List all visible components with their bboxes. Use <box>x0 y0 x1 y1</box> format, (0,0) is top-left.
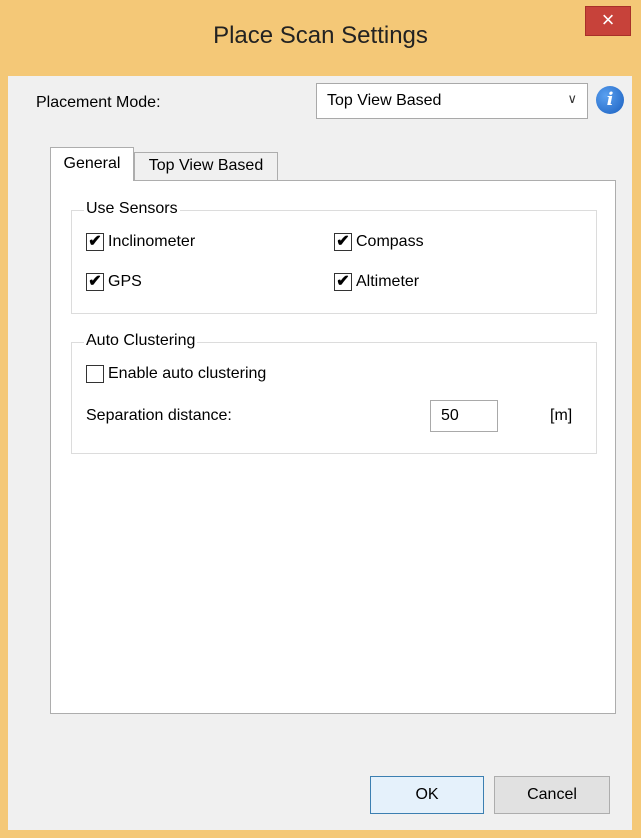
separation-distance-label: Separation distance: <box>86 407 232 424</box>
dialog-window: Place Scan Settings × Placement Mode: To… <box>0 0 641 838</box>
compass-checkbox[interactable]: ✔ Compass <box>334 233 424 251</box>
separation-unit-label: [m] <box>550 407 573 424</box>
placement-mode-value: Top View Based <box>327 92 442 109</box>
checkmark-icon: ✔ <box>334 273 352 291</box>
checkmark-icon: ✔ <box>86 233 104 251</box>
checkmark-icon: ✔ <box>334 233 352 251</box>
use-sensors-title: Use Sensors <box>84 200 180 218</box>
close-button[interactable]: × <box>585 6 631 36</box>
gps-label: GPS <box>108 273 142 290</box>
placement-mode-select[interactable]: Top View Based ∨ <box>316 83 588 119</box>
altimeter-checkbox[interactable]: ✔ Altimeter <box>334 273 419 291</box>
auto-clustering-group: Auto Clustering Enable auto clustering S… <box>71 332 597 454</box>
separation-distance-input[interactable]: 50 <box>430 400 498 432</box>
info-icon[interactable]: i <box>596 86 624 114</box>
altimeter-label: Altimeter <box>356 273 420 290</box>
close-icon: × <box>601 7 615 32</box>
title-bar[interactable]: Place Scan Settings × <box>0 0 641 80</box>
use-sensors-group: Use Sensors ✔ Inclinometer ✔ Compass ✔ G… <box>71 200 597 314</box>
tab-general-label: General <box>63 155 121 172</box>
auto-clustering-title: Auto Clustering <box>84 332 198 350</box>
compass-label: Compass <box>356 233 424 250</box>
tab-top-view-based-label: Top View Based <box>148 157 264 174</box>
tab-panel-general: Use Sensors ✔ Inclinometer ✔ Compass ✔ G… <box>50 180 616 714</box>
checkbox-box <box>86 365 104 383</box>
cancel-button[interactable]: Cancel <box>494 776 610 814</box>
enable-auto-clustering-checkbox[interactable]: Enable auto clustering <box>86 365 266 383</box>
placement-mode-label: Placement Mode: <box>36 94 161 111</box>
tab-top-view-based[interactable]: Top View Based <box>134 152 278 181</box>
enable-auto-clustering-label: Enable auto clustering <box>108 365 267 382</box>
tab-general[interactable]: General <box>50 147 134 181</box>
dialog-client-area: Placement Mode: Top View Based ∨ i Gener… <box>8 76 632 830</box>
inclinometer-checkbox[interactable]: ✔ Inclinometer <box>86 233 195 251</box>
gps-checkbox[interactable]: ✔ GPS <box>86 273 142 291</box>
ok-button[interactable]: OK <box>370 776 484 814</box>
checkmark-icon: ✔ <box>86 273 104 291</box>
chevron-down-icon: ∨ <box>567 91 577 106</box>
inclinometer-label: Inclinometer <box>108 233 196 250</box>
window-title: Place Scan Settings <box>213 22 428 49</box>
